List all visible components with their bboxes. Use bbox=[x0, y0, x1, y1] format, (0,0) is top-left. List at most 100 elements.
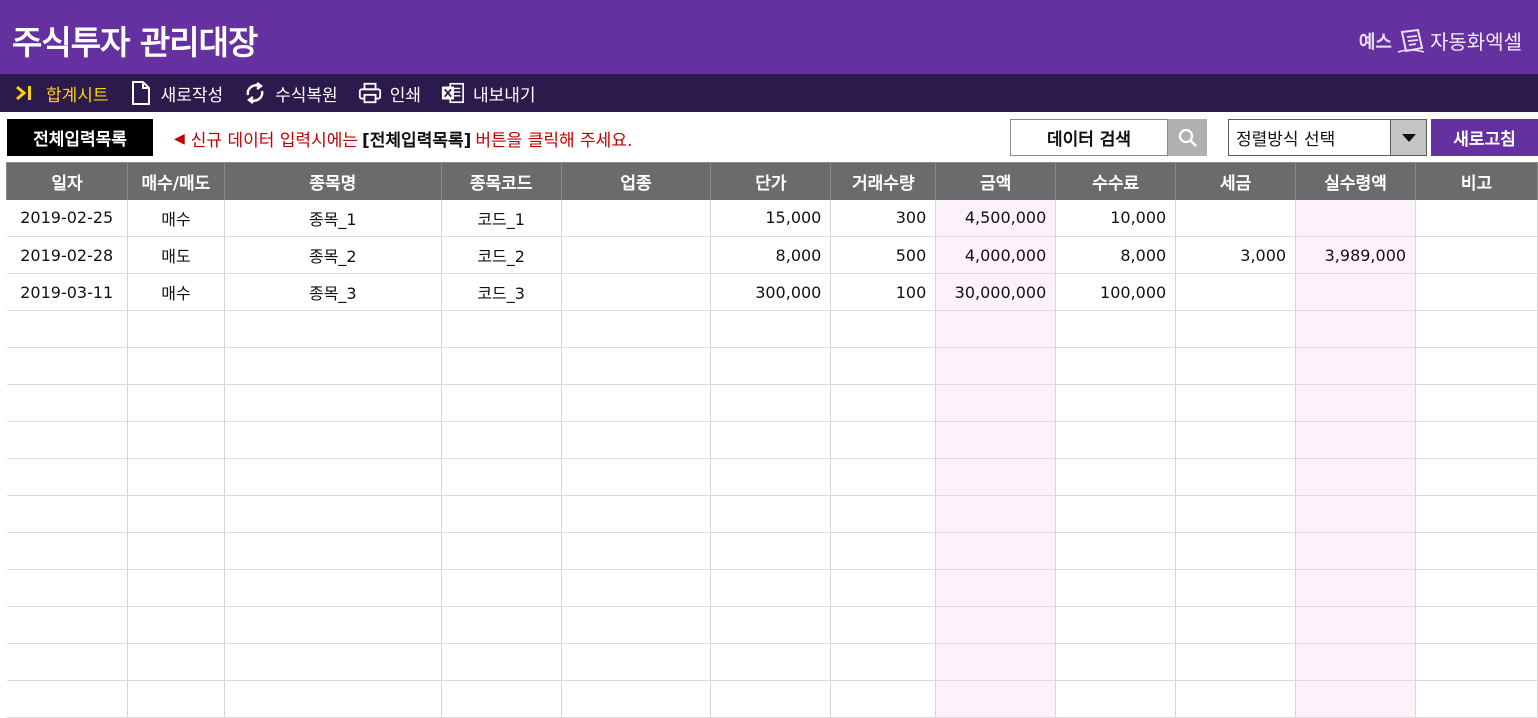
cell-tax[interactable] bbox=[1175, 680, 1297, 718]
cell-net-proceeds[interactable] bbox=[1295, 606, 1417, 644]
export-button[interactable]: 내보내기 bbox=[441, 74, 536, 112]
sort-method-select[interactable]: 정렬방식 선택 bbox=[1228, 119, 1427, 156]
cell-trade-type[interactable]: 매수 bbox=[127, 199, 225, 237]
cell-date[interactable] bbox=[6, 606, 128, 644]
cell-date[interactable] bbox=[6, 421, 128, 459]
cell-amount[interactable]: 30,000,000 bbox=[935, 273, 1057, 311]
cell-stock-code[interactable] bbox=[441, 643, 562, 681]
cell-date[interactable] bbox=[6, 347, 128, 385]
cell-trade-type[interactable] bbox=[127, 310, 225, 348]
cell-unit-price[interactable] bbox=[710, 347, 832, 385]
cell-unit-price[interactable]: 8,000 bbox=[710, 236, 832, 274]
cell-commission[interactable] bbox=[1055, 458, 1177, 496]
cell-date[interactable] bbox=[6, 458, 128, 496]
cell-unit-price[interactable] bbox=[710, 569, 832, 607]
cell-remarks[interactable] bbox=[1415, 569, 1538, 607]
cell-quantity[interactable] bbox=[830, 495, 937, 533]
cell-stock-name[interactable] bbox=[224, 532, 442, 570]
cell-net-proceeds[interactable] bbox=[1295, 384, 1417, 422]
cell-stock-name[interactable] bbox=[224, 384, 442, 422]
cell-remarks[interactable] bbox=[1415, 347, 1538, 385]
cell-remarks[interactable] bbox=[1415, 458, 1538, 496]
cell-remarks[interactable] bbox=[1415, 495, 1538, 533]
cell-trade-type[interactable] bbox=[127, 680, 225, 718]
cell-amount[interactable] bbox=[935, 680, 1057, 718]
cell-commission[interactable] bbox=[1055, 384, 1177, 422]
cell-industry[interactable] bbox=[561, 273, 712, 311]
cell-commission[interactable]: 10,000 bbox=[1055, 199, 1177, 237]
cell-quantity[interactable] bbox=[830, 310, 937, 348]
cell-quantity[interactable] bbox=[830, 643, 937, 681]
cell-unit-price[interactable] bbox=[710, 421, 832, 459]
cell-quantity[interactable] bbox=[830, 606, 937, 644]
cell-net-proceeds[interactable] bbox=[1295, 421, 1417, 459]
cell-stock-name[interactable] bbox=[224, 680, 442, 718]
restore-formula-button[interactable]: 수식복원 bbox=[243, 74, 338, 112]
cell-industry[interactable] bbox=[561, 458, 712, 496]
cell-net-proceeds[interactable]: 3,989,000 bbox=[1295, 236, 1417, 274]
cell-remarks[interactable] bbox=[1415, 680, 1538, 718]
cell-commission[interactable] bbox=[1055, 569, 1177, 607]
cell-quantity[interactable] bbox=[830, 532, 937, 570]
cell-amount[interactable] bbox=[935, 606, 1057, 644]
cell-stock-code[interactable]: 코드_2 bbox=[441, 236, 562, 274]
cell-commission[interactable]: 8,000 bbox=[1055, 236, 1177, 274]
cell-industry[interactable] bbox=[561, 606, 712, 644]
cell-date[interactable]: 2019-03-11 bbox=[6, 273, 128, 311]
cell-commission[interactable] bbox=[1055, 643, 1177, 681]
cell-date[interactable] bbox=[6, 495, 128, 533]
cell-trade-type[interactable] bbox=[127, 347, 225, 385]
cell-net-proceeds[interactable] bbox=[1295, 310, 1417, 348]
cell-stock-code[interactable] bbox=[441, 569, 562, 607]
cell-amount[interactable]: 4,000,000 bbox=[935, 236, 1057, 274]
cell-unit-price[interactable] bbox=[710, 310, 832, 348]
cell-stock-name[interactable]: 종목_1 bbox=[224, 199, 442, 237]
cell-stock-name[interactable] bbox=[224, 458, 442, 496]
cell-stock-code[interactable] bbox=[441, 495, 562, 533]
cell-tax[interactable] bbox=[1175, 421, 1297, 459]
cell-stock-code[interactable] bbox=[441, 458, 562, 496]
cell-stock-name[interactable] bbox=[224, 569, 442, 607]
cell-commission[interactable] bbox=[1055, 680, 1177, 718]
cell-quantity[interactable]: 300 bbox=[830, 199, 937, 237]
cell-stock-name[interactable]: 종목_3 bbox=[224, 273, 442, 311]
cell-trade-type[interactable] bbox=[127, 384, 225, 422]
cell-amount[interactable] bbox=[935, 495, 1057, 533]
cell-stock-name[interactable] bbox=[224, 495, 442, 533]
cell-remarks[interactable] bbox=[1415, 606, 1538, 644]
cell-stock-code[interactable] bbox=[441, 347, 562, 385]
cell-commission[interactable] bbox=[1055, 310, 1177, 348]
cell-stock-name[interactable] bbox=[224, 310, 442, 348]
cell-date[interactable] bbox=[6, 532, 128, 570]
cell-commission[interactable] bbox=[1055, 532, 1177, 570]
cell-amount[interactable] bbox=[935, 532, 1057, 570]
cell-trade-type[interactable] bbox=[127, 643, 225, 681]
cell-amount[interactable] bbox=[935, 384, 1057, 422]
cell-unit-price[interactable] bbox=[710, 458, 832, 496]
print-button[interactable]: 인쇄 bbox=[358, 74, 421, 112]
cell-stock-name[interactable] bbox=[224, 606, 442, 644]
cell-trade-type[interactable]: 매수 bbox=[127, 273, 225, 311]
new-entry-button[interactable]: 새로작성 bbox=[129, 74, 223, 112]
cell-amount[interactable] bbox=[935, 421, 1057, 459]
cell-amount[interactable] bbox=[935, 347, 1057, 385]
cell-trade-type[interactable] bbox=[127, 569, 225, 607]
cell-tax[interactable] bbox=[1175, 310, 1297, 348]
cell-net-proceeds[interactable] bbox=[1295, 495, 1417, 533]
cell-date[interactable] bbox=[6, 643, 128, 681]
cell-date[interactable]: 2019-02-25 bbox=[6, 199, 128, 237]
cell-industry[interactable] bbox=[561, 236, 712, 274]
cell-tax[interactable] bbox=[1175, 643, 1297, 681]
cell-industry[interactable] bbox=[561, 199, 712, 237]
cell-unit-price[interactable] bbox=[710, 680, 832, 718]
cell-quantity[interactable] bbox=[830, 384, 937, 422]
cell-trade-type[interactable] bbox=[127, 421, 225, 459]
cell-remarks[interactable] bbox=[1415, 273, 1538, 311]
cell-net-proceeds[interactable] bbox=[1295, 569, 1417, 607]
cell-tax[interactable] bbox=[1175, 347, 1297, 385]
cell-trade-type[interactable] bbox=[127, 495, 225, 533]
cell-commission[interactable] bbox=[1055, 421, 1177, 459]
cell-unit-price[interactable]: 15,000 bbox=[710, 199, 832, 237]
cell-industry[interactable] bbox=[561, 310, 712, 348]
cell-unit-price[interactable] bbox=[710, 495, 832, 533]
